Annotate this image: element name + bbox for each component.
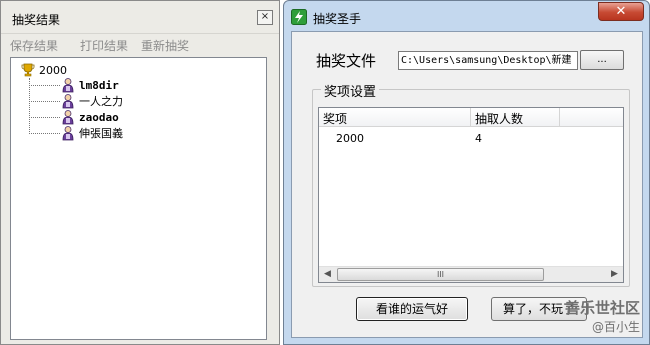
results-window: 抽奖结果 × 保存结果 打印结果 重新抽奖 2000 lm8dir 一人之力 z…	[0, 0, 280, 345]
lottery-titlebar[interactable]: 抽奖圣手 ✕	[284, 1, 649, 33]
count-cell: 4	[475, 132, 482, 145]
tree-item[interactable]: 伸張国義	[29, 125, 123, 141]
person-icon	[62, 78, 74, 93]
file-path-field[interactable]: C:\Users\samsung\Desktop\新建	[398, 51, 578, 70]
results-tree: 2000 lm8dir 一人之力 zaodao 伸張国義	[10, 57, 267, 340]
person-icon	[62, 94, 74, 109]
scrollbar-thumb[interactable]: III	[337, 268, 544, 281]
column-divider[interactable]	[470, 108, 471, 127]
person-icon	[62, 126, 74, 141]
scroll-right-icon[interactable]: ▶	[606, 267, 623, 282]
prize-settings-group: 奖项设置 奖项 抽取人数 2000 4 ◀ III ▶	[312, 81, 630, 287]
tree-root-label: 2000	[39, 63, 67, 77]
scroll-left-icon[interactable]: ◀	[319, 267, 336, 282]
winner-name: 伸張国義	[79, 127, 123, 140]
winner-name: 一人之力	[79, 95, 123, 108]
lottery-client-area: 抽奖文件 C:\Users\samsung\Desktop\新建 ... 奖项设…	[291, 31, 643, 338]
tree-root-node[interactable]: 2000	[21, 62, 67, 78]
file-label: 抽奖文件	[316, 52, 377, 70]
watermark-author: @百小生	[591, 320, 640, 334]
browse-button[interactable]: ...	[580, 50, 624, 70]
table-row[interactable]: 2000 4	[319, 130, 623, 148]
results-titlebar[interactable]: 抽奖结果 ×	[1, 1, 279, 33]
results-menu-bar: 保存结果 打印结果 重新抽奖	[1, 33, 279, 53]
watermark-site: 善乐世社区	[564, 299, 640, 317]
person-icon	[62, 110, 74, 125]
prize-table[interactable]: 奖项 抽取人数 2000 4 ◀ III ▶	[318, 107, 624, 283]
prize-table-header: 奖项 抽取人数	[319, 108, 623, 127]
column-divider[interactable]	[559, 108, 560, 127]
draw-button[interactable]: 看谁的运气好	[356, 297, 468, 321]
menu-save-results[interactable]: 保存结果	[10, 37, 58, 54]
results-window-title: 抽奖结果	[12, 13, 61, 27]
prize-cell: 2000	[336, 132, 364, 145]
horizontal-scrollbar[interactable]: ◀ III ▶	[319, 266, 623, 282]
prize-settings-label: 奖项设置	[321, 81, 380, 100]
winner-name: lm8dir	[79, 78, 119, 92]
close-icon[interactable]: ×	[257, 10, 273, 25]
lottery-window-title: 抽奖圣手	[313, 12, 362, 26]
trophy-icon	[21, 63, 35, 77]
lottery-app-icon	[291, 9, 307, 25]
tree-item[interactable]: 一人之力	[29, 93, 123, 109]
tree-item[interactable]: zaodao	[29, 109, 119, 125]
column-header-prize[interactable]: 奖项	[323, 110, 347, 127]
winner-name: zaodao	[79, 110, 119, 124]
menu-print-results[interactable]: 打印结果	[80, 37, 128, 54]
watermark: 善乐世社区 @百小生	[565, 297, 640, 335]
menu-redraw[interactable]: 重新抽奖	[141, 37, 189, 54]
column-header-count[interactable]: 抽取人数	[475, 110, 523, 127]
lottery-window: 抽奖圣手 ✕ 抽奖文件 C:\Users\samsung\Desktop\新建 …	[283, 0, 650, 345]
close-icon[interactable]: ✕	[598, 2, 644, 21]
tree-item[interactable]: lm8dir	[29, 77, 119, 93]
